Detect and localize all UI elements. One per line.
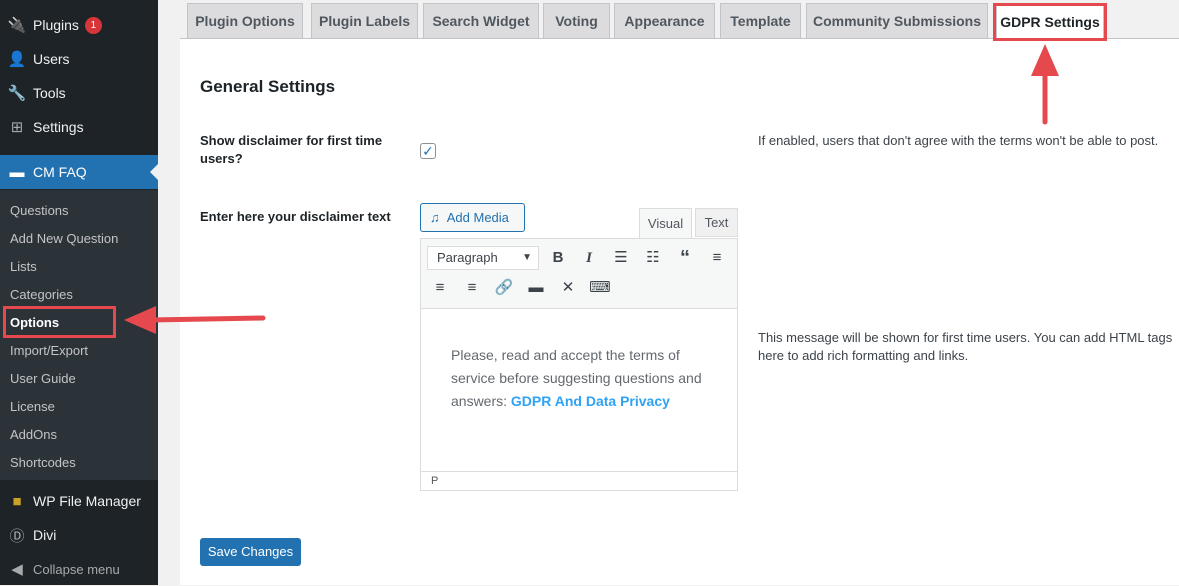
annotation-arrows [124,44,1059,334]
up-arrow-icon [1031,44,1059,125]
left-arrow-icon [124,306,266,334]
